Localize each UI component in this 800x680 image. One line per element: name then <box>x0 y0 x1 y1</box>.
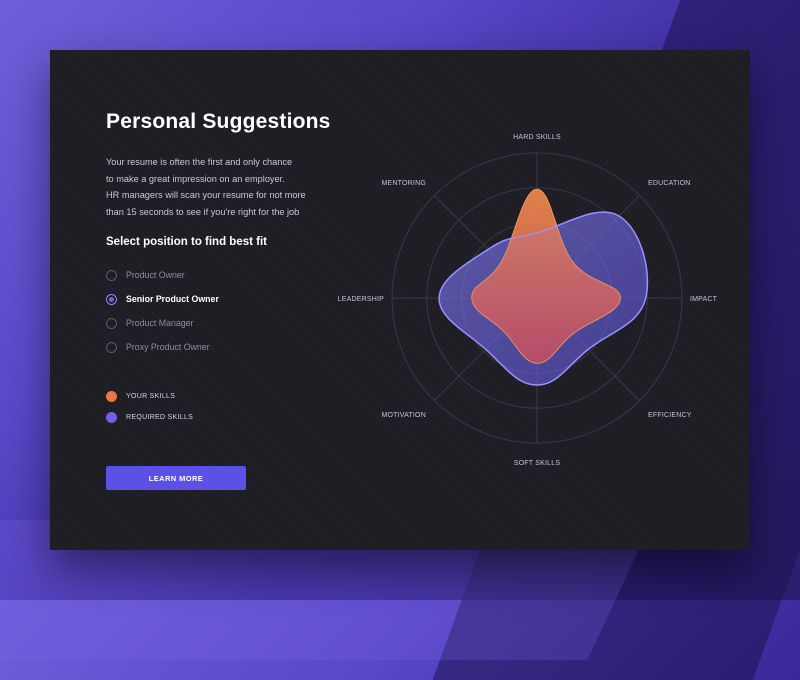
axis-label-soft-skills: SOFT SKILLS <box>514 460 561 467</box>
axis-label-leadership: LEADERSHIP <box>338 296 384 303</box>
axis-label-education: EDUCATION <box>648 180 691 187</box>
suggestions-card: Personal Suggestions Your resume is ofte… <box>50 50 750 550</box>
axis-label-motivation: MOTIVATION <box>381 412 426 419</box>
axis-label-mentoring: MENTORING <box>382 180 426 187</box>
axis-label-hard-skills: HARD SKILLS <box>513 134 561 141</box>
radar-series <box>438 188 649 386</box>
skills-radar-chart: HARD SKILLS EDUCATION IMPACT EFFICIENCY SOFT… <box>338 134 718 467</box>
axis-label-impact: IMPACT <box>690 296 718 303</box>
series-required-skills-outline <box>438 211 649 386</box>
axis-label-efficiency: EFFICIENCY <box>648 412 692 419</box>
